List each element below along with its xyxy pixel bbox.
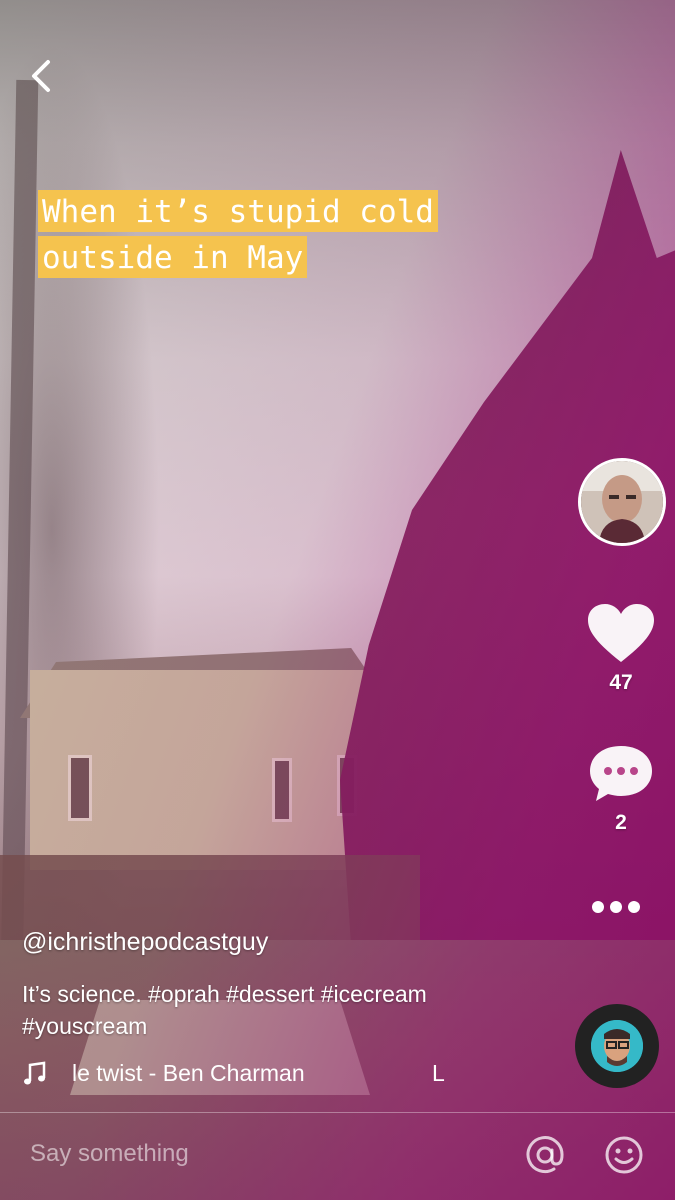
comment-action[interactable]: 2 [585, 742, 657, 835]
avatar-photo [581, 461, 663, 543]
sound-disc-button[interactable] [575, 1004, 659, 1088]
smiley-icon [605, 1136, 643, 1174]
music-note-icon [24, 1061, 46, 1084]
music-track-label: le twist - Ben Charman [72, 1060, 305, 1086]
comment-bubble-icon[interactable] [586, 742, 656, 804]
chevron-left-icon [32, 60, 50, 92]
at-sign-icon [526, 1136, 564, 1174]
dot-icon [592, 901, 604, 913]
heart-icon[interactable] [586, 602, 656, 664]
more-options-button[interactable] [592, 900, 652, 922]
caption-line-2: outside in May [38, 236, 308, 278]
comment-input[interactable]: Say something [30, 1140, 189, 1168]
caption-line-1: When it’s stupid cold [38, 190, 438, 232]
mention-button[interactable] [524, 1134, 566, 1176]
sound-disc-avatar [591, 1020, 643, 1072]
emoji-button[interactable] [603, 1134, 645, 1176]
creator-avatar[interactable] [578, 458, 666, 546]
dot-icon [610, 901, 622, 913]
like-count: 47 [609, 671, 633, 694]
post-description: It’s science. #oprah #dessert #icecream … [22, 981, 427, 1039]
like-action[interactable]: 47 [585, 602, 657, 695]
music-info[interactable]: le twist - Ben Charman L [22, 1060, 445, 1087]
back-button[interactable] [26, 56, 62, 96]
music-track-label-repeat: L [432, 1060, 445, 1086]
video-caption: When it’s stupid cold outside in May [38, 190, 438, 282]
dot-icon [628, 901, 640, 913]
comment-count: 2 [615, 811, 627, 834]
video-screen[interactable]: When it’s stupid cold outside in May 47 … [0, 0, 675, 1200]
creator-username[interactable]: @ichristhepodcastguy [22, 928, 268, 957]
comment-bar-divider [0, 1112, 675, 1113]
